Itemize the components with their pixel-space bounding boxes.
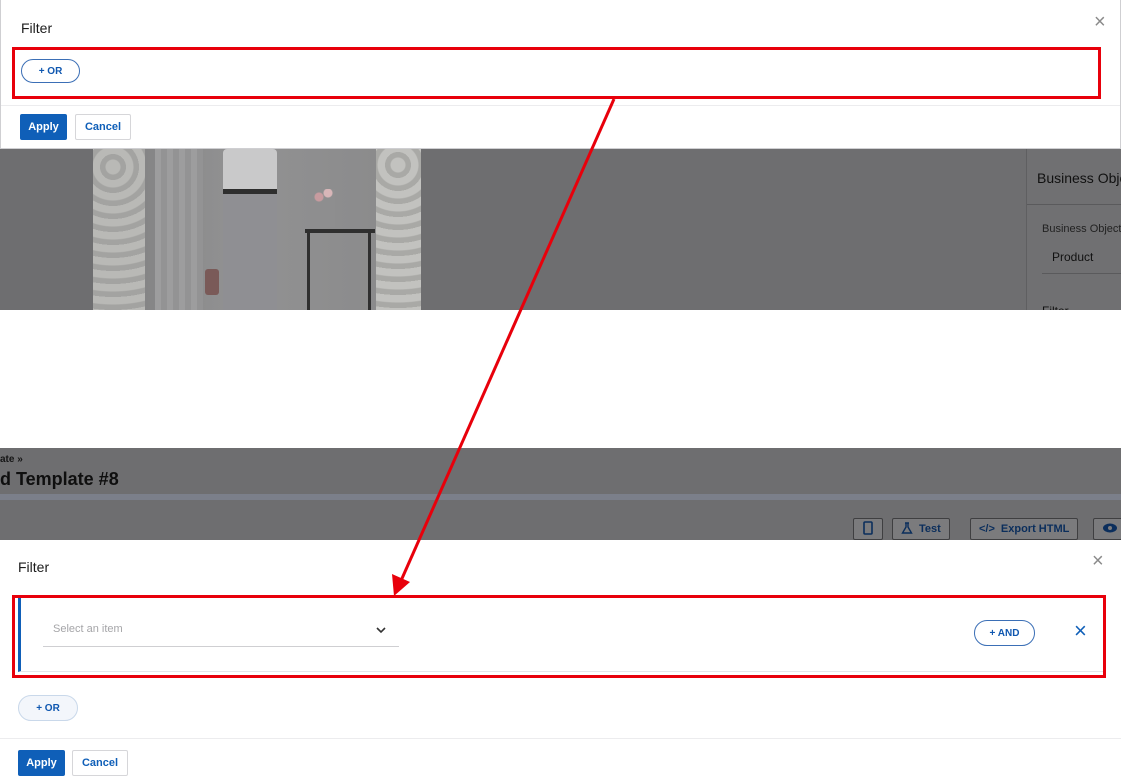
annotation-arrow [392, 98, 616, 596]
screenshot-stage: Business Objec Business Object Product F… [0, 0, 1121, 783]
